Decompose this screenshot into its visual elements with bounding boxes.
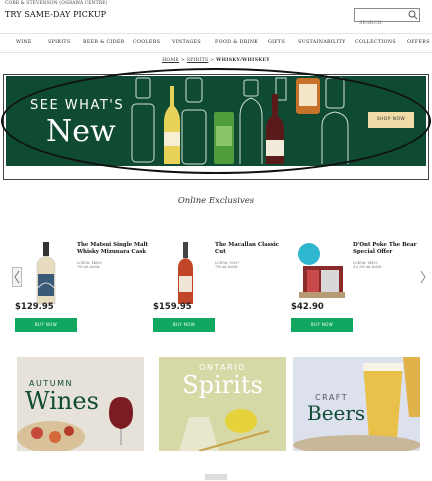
product-name[interactable]: The Matsui Single Malt Whisky Mizunara C…: [77, 242, 153, 256]
nav-collections[interactable]: COLLECTIONS: [355, 40, 396, 45]
store-location[interactable]: COBB & STEVENSON (OSHAWA CENTRE): [5, 1, 108, 6]
nav-offers[interactable]: OFFERS: [407, 40, 430, 45]
product-price: $159.95: [153, 302, 192, 312]
nav-sustainability[interactable]: SUSTAINABILITY: [298, 40, 346, 45]
bottle-illustration: [131, 77, 349, 165]
search-icon[interactable]: [408, 10, 418, 20]
product-card[interactable]: D'Ont Poke The Bear Special Offer LCBO#:…: [291, 240, 431, 340]
tile-big-label: Wines: [25, 387, 99, 415]
partial-content: [205, 474, 227, 480]
product-card[interactable]: The Matsui Single Malt Whisky Mizunara C…: [15, 240, 155, 340]
product-name[interactable]: D'Ont Poke The Bear Special Offer: [353, 242, 429, 256]
breadcrumb-current: WHISKY/WHISKEY: [216, 58, 270, 63]
tile-big-label: Beers: [307, 401, 366, 425]
banner-line2: New: [46, 114, 116, 149]
product-meta: LCBO#: 14606 750 mL bottle: [77, 261, 102, 269]
nav-beer-cider[interactable]: BEER & CIDER: [83, 40, 125, 45]
breadcrumb-home[interactable]: HOME: [162, 58, 179, 63]
breadcrumb-separator: >: [180, 58, 186, 63]
product-image[interactable]: [291, 240, 346, 305]
buy-now-button[interactable]: BUY NOW: [153, 318, 215, 332]
tile-big-label: Spirits: [182, 371, 263, 399]
pickup-heading: TRY SAME-DAY PICKUP: [5, 10, 107, 19]
product-card[interactable]: The Macallan Classic Cut LCBO#: 15937 750…: [153, 240, 293, 340]
product-meta: LCBO#: 14899 4 x 355 mL bottle: [353, 261, 382, 269]
nav-gifts[interactable]: GIFTS: [268, 40, 285, 45]
shop-now-button[interactable]: SHOP NOW: [368, 112, 414, 128]
promo-banner[interactable]: SEE WHAT'S New SHOP NOW: [6, 76, 426, 166]
tile-ontario-spirits[interactable]: ONTARIO Spirits: [159, 357, 286, 451]
nav-vintages[interactable]: VINTAGES: [172, 40, 201, 45]
search-input[interactable]: [355, 17, 407, 29]
product-meta: LCBO#: 15937 750 mL bottle: [215, 261, 240, 269]
breadcrumb-spirits[interactable]: SPIRITS: [187, 58, 209, 63]
buy-now-button[interactable]: BUY NOW: [291, 318, 353, 332]
nav-wine[interactable]: WINE: [16, 40, 32, 45]
breadcrumb-separator: >: [210, 58, 215, 63]
breadcrumb: HOME > SPIRITS > WHISKY/WHISKEY: [0, 58, 432, 63]
tile-craft-beers[interactable]: CRAFT Beers: [293, 357, 420, 451]
product-price: $129.95: [15, 302, 54, 312]
main-nav: WINE SPIRITS BEER & CIDER COOLERS VINTAG…: [0, 33, 432, 53]
product-image[interactable]: [153, 240, 208, 305]
product-price: $42.90: [291, 302, 324, 312]
section-title: Online Exclusives: [177, 196, 255, 206]
product-image[interactable]: [15, 240, 70, 305]
buy-now-button[interactable]: BUY NOW: [15, 318, 77, 332]
nav-coolers[interactable]: COOLERS: [133, 40, 160, 45]
product-name[interactable]: The Macallan Classic Cut: [215, 242, 291, 256]
tile-autumn-wines[interactable]: AUTUMN Wines: [17, 357, 144, 451]
nav-spirits[interactable]: SPIRITS: [48, 40, 71, 45]
banner-line1: SEE WHAT'S: [30, 98, 125, 113]
nav-food-drink[interactable]: FOOD & DRINK: [215, 40, 258, 45]
